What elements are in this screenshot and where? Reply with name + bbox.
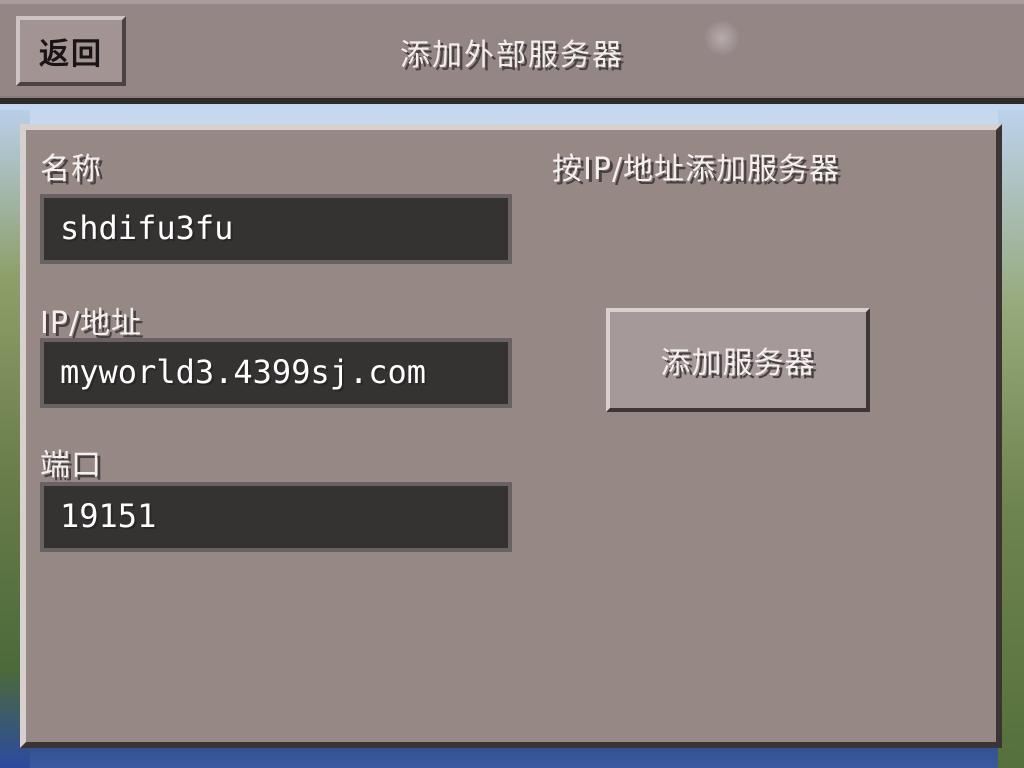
name-input[interactable]: shdifu3fu bbox=[40, 194, 512, 264]
add-server-panel: 名称 shdifu3fu IP/地址 myworld3.4399sj.com 端… bbox=[20, 124, 1002, 748]
ip-label: IP/地址 bbox=[40, 306, 143, 341]
name-label: 名称 bbox=[40, 152, 102, 187]
add-server-button[interactable]: 添加服务器 bbox=[606, 308, 870, 412]
ip-input[interactable]: myworld3.4399sj.com bbox=[40, 338, 512, 408]
port-input[interactable]: 19151 bbox=[40, 482, 512, 552]
port-label: 端口 bbox=[40, 448, 102, 483]
add-by-ip-heading: 按IP/地址添加服务器 bbox=[552, 152, 841, 187]
page-title: 添加外部服务器 bbox=[400, 38, 624, 73]
header-bar: 返回 添加外部服务器 bbox=[0, 0, 1024, 104]
